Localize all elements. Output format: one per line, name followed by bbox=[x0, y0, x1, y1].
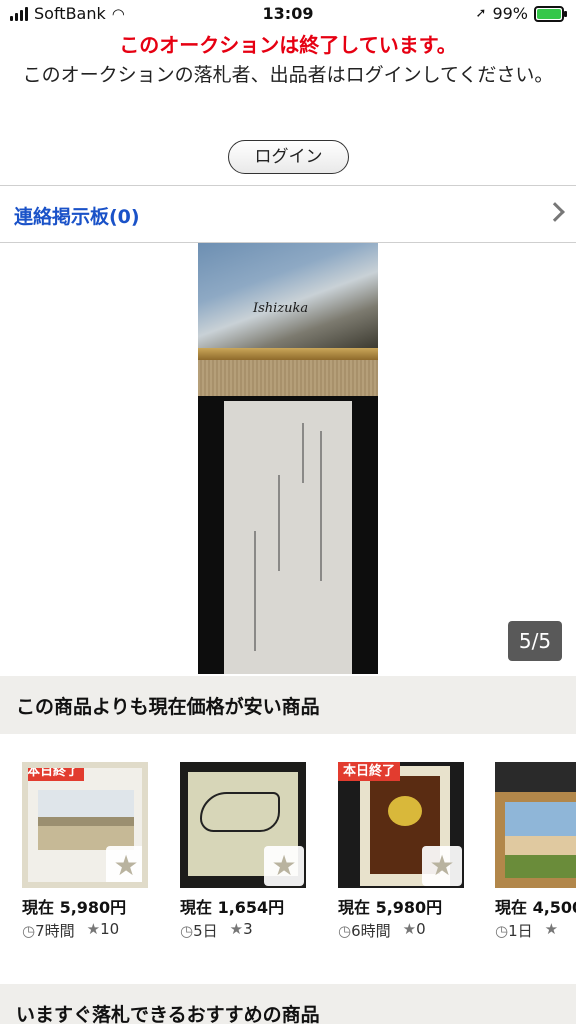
watch-count: 0 bbox=[416, 920, 426, 938]
item-price: 現在 5,980円 bbox=[338, 898, 443, 917]
location-icon: ➚ bbox=[475, 6, 487, 21]
item-price: 現在 5,980円 bbox=[22, 898, 127, 917]
image-counter: 5/5 bbox=[508, 621, 562, 661]
time-left: 6時間 bbox=[351, 922, 391, 940]
status-right: ➚ 99% bbox=[475, 4, 567, 23]
time-left: 5日 bbox=[193, 922, 218, 940]
auction-ended-notice: このオークションは終了しています。 このオークションの落札者、出品者はログインし… bbox=[0, 30, 576, 90]
login-button[interactable]: ログイン bbox=[228, 140, 349, 174]
item-price: 現在 1,654円 bbox=[180, 898, 285, 917]
star-icon[interactable]: ★ bbox=[422, 846, 462, 886]
item-thumbnail[interactable]: 本日終了 ★ bbox=[338, 762, 464, 888]
watch-star-icon: ★ bbox=[402, 920, 417, 938]
message-board-link[interactable]: 連絡掲示板(0) bbox=[0, 185, 576, 243]
ending-today-badge: 本日終了 bbox=[338, 762, 401, 781]
clock-icon: ◷ bbox=[180, 922, 194, 940]
clock-icon: ◷ bbox=[495, 922, 509, 940]
cheaper-items-header: この商品よりも現在価格が安い商品 bbox=[0, 676, 576, 734]
painting-detail: Ishizuka bbox=[198, 243, 378, 348]
item-meta: ◷7時間 ★10 bbox=[22, 920, 119, 941]
recommend-title: いますぐ落札できるおすすめの商品 bbox=[16, 1004, 320, 1024]
time-left: 1日 bbox=[508, 922, 533, 940]
frame-edge bbox=[198, 348, 378, 360]
item-thumbnail[interactable]: 本日終了 ★ bbox=[22, 762, 148, 888]
battery-percent: 99% bbox=[492, 4, 528, 23]
recommend-header: いますぐ落札できるおすすめの商品 bbox=[0, 984, 576, 1024]
watch-star-icon: ★ bbox=[544, 920, 559, 938]
watch-count: 10 bbox=[100, 920, 120, 938]
chevron-right-icon bbox=[545, 202, 565, 222]
handwritten-label bbox=[224, 401, 352, 674]
battery-icon bbox=[534, 5, 567, 22]
product-photo[interactable]: Ishizuka bbox=[198, 243, 378, 674]
item-thumbnail[interactable]: ★ bbox=[180, 762, 306, 888]
item-meta: ◷5日 ★3 bbox=[180, 920, 253, 941]
cheaper-items-list[interactable]: 本日終了 ★ 現在 5,980円 ◷7時間 ★10 ★ 現在 1,654円 ◷5… bbox=[0, 762, 576, 952]
status-bar: SoftBank ◠ 13:09 ➚ 99% bbox=[0, 0, 576, 30]
star-icon[interactable]: ★ bbox=[106, 846, 142, 882]
ending-today-badge: 本日終了 bbox=[28, 768, 85, 781]
cheaper-items-title: この商品よりも現在価格が安い商品 bbox=[16, 696, 320, 718]
time-left: 7時間 bbox=[35, 922, 75, 940]
clock-icon: ◷ bbox=[338, 922, 352, 940]
ended-message: このオークションは終了しています。 bbox=[119, 33, 457, 57]
watch-star-icon: ★ bbox=[86, 920, 101, 938]
message-board-label: 連絡掲示板(0) bbox=[14, 206, 140, 228]
star-icon[interactable]: ★ bbox=[264, 846, 304, 886]
clock-icon: ◷ bbox=[22, 922, 36, 940]
frame-linen bbox=[198, 360, 378, 396]
login-prompt: このオークションの落札者、出品者はログインしてください。 bbox=[22, 64, 554, 86]
painting-signature: Ishizuka bbox=[253, 301, 309, 316]
item-price: 現在 4,500 bbox=[495, 898, 576, 917]
item-thumbnail[interactable] bbox=[495, 762, 576, 888]
item-meta: ◷6時間 ★0 bbox=[338, 920, 426, 941]
item-meta: ◷1日 ★ bbox=[495, 920, 558, 941]
product-image-carousel[interactable]: Ishizuka 5/5 bbox=[0, 243, 576, 676]
watch-star-icon: ★ bbox=[229, 920, 244, 938]
watch-count: 3 bbox=[243, 920, 253, 938]
